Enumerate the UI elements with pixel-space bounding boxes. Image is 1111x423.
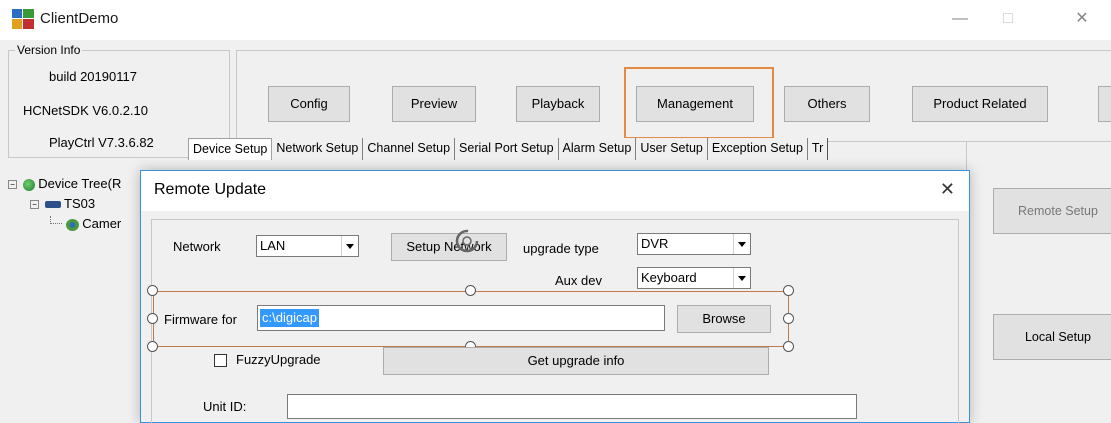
management-highlight	[624, 67, 774, 139]
unit-id-input[interactable]	[287, 394, 857, 419]
resize-handle[interactable]	[465, 285, 476, 296]
chevron-down-icon	[341, 236, 358, 256]
app-icon	[12, 9, 34, 29]
resize-handle[interactable]	[147, 313, 158, 324]
remote-update-dialog: Remote Update ✕ Network LAN Setup Networ…	[140, 170, 970, 423]
fuzzy-upgrade-checkbox[interactable]	[214, 354, 227, 367]
collapse-icon[interactable]: −	[30, 200, 39, 210]
resize-handle[interactable]	[783, 341, 794, 352]
playctrl-version-text: PlayCtrl V7.3.6.82	[49, 135, 154, 150]
build-text: build 20190117	[49, 69, 137, 84]
globe-icon	[22, 178, 35, 191]
collapse-icon[interactable]: −	[8, 180, 17, 190]
chevron-down-icon	[733, 268, 750, 288]
dialog-titlebar: Remote Update ✕	[141, 171, 969, 211]
network-label: Network	[173, 239, 221, 254]
unit-id-label: Unit ID:	[203, 399, 247, 414]
right-panel: Remote Setup Local Setup	[966, 142, 1111, 423]
resize-handle[interactable]	[783, 285, 794, 296]
rotate-handle-icon[interactable]	[454, 228, 480, 254]
tab-exception-setup[interactable]: Exception Setup	[707, 138, 808, 160]
firmware-label: Firmware for	[164, 312, 237, 327]
version-info-legend: Version Info	[15, 43, 83, 57]
fuzzy-upgrade-label: FuzzyUpgrade	[236, 352, 321, 367]
config-button[interactable]: Config	[268, 86, 350, 122]
tab-network-setup[interactable]: Network Setup	[272, 138, 364, 160]
playback-button[interactable]: Playback	[516, 86, 600, 122]
browse-button[interactable]: Browse	[677, 305, 771, 333]
tab-device-setup[interactable]: Device Setup	[188, 138, 273, 160]
tree-connector	[50, 216, 62, 224]
window-title: ClientDemo	[40, 10, 119, 27]
setup-network-button[interactable]: Setup Network	[391, 233, 507, 261]
product-related-button[interactable]: Product Related	[912, 86, 1048, 122]
network-select[interactable]: LAN	[256, 235, 359, 257]
resize-handle[interactable]	[147, 341, 158, 352]
firmware-path-value: c:\digicap	[260, 309, 319, 327]
aux-dev-select[interactable]: Keyboard	[637, 267, 751, 289]
network-select-value: LAN	[260, 238, 286, 253]
upgrade-type-value: DVR	[641, 236, 669, 251]
tree-camera-row[interactable]: Camer	[50, 216, 121, 231]
aux-dev-value: Keyboard	[641, 270, 697, 285]
window-titlebar: ClientDemo — □ ✕	[0, 0, 1111, 40]
local-setup-button[interactable]: Local Setup	[993, 314, 1111, 360]
dvr-device-icon	[44, 201, 61, 209]
tree-root-label: Device Tree(R	[38, 176, 122, 191]
firmware-path-input[interactable]: c:\digicap	[257, 305, 665, 331]
dialog-title: Remote Update	[154, 181, 267, 198]
resize-handle[interactable]	[147, 285, 158, 296]
get-upgrade-info-button[interactable]: Get upgrade info	[383, 347, 769, 375]
chevron-down-icon	[733, 234, 750, 254]
tab-serial-port-setup[interactable]: Serial Port Setup	[455, 138, 559, 160]
resize-handle[interactable]	[783, 313, 794, 324]
tree-camera-label: Camer	[82, 216, 122, 231]
preview-button[interactable]: Preview	[392, 86, 476, 122]
toolbar-overflow-button[interactable]	[1098, 86, 1111, 122]
dialog-close-icon[interactable]: ✕	[940, 179, 955, 200]
tab-truncated[interactable]: Tr	[807, 138, 829, 160]
upgrade-type-select[interactable]: DVR	[637, 233, 751, 255]
remote-setup-button[interactable]: Remote Setup	[993, 188, 1111, 234]
tree-device-label: TS03	[64, 196, 96, 211]
sdk-version-text: HCNetSDK V6.0.2.10	[23, 103, 149, 118]
tree-device-row[interactable]: − TS03	[30, 196, 95, 211]
aux-dev-label: Aux dev	[555, 273, 602, 288]
tab-channel-setup[interactable]: Channel Setup	[363, 138, 456, 160]
camera-icon	[65, 218, 79, 231]
upgrade-type-label: upgrade type	[523, 241, 599, 256]
close-button[interactable]: ✕	[1062, 6, 1102, 32]
others-button[interactable]: Others	[784, 86, 870, 122]
management-tabstrip: Device Setup Network Setup Channel Setup…	[188, 138, 829, 160]
minimize-button[interactable]: —	[940, 6, 980, 32]
tab-alarm-setup[interactable]: Alarm Setup	[558, 138, 637, 160]
tab-user-setup[interactable]: User Setup	[636, 138, 708, 160]
tree-root-row[interactable]: − Device Tree(R	[8, 176, 121, 191]
maximize-button[interactable]: □	[988, 6, 1028, 32]
